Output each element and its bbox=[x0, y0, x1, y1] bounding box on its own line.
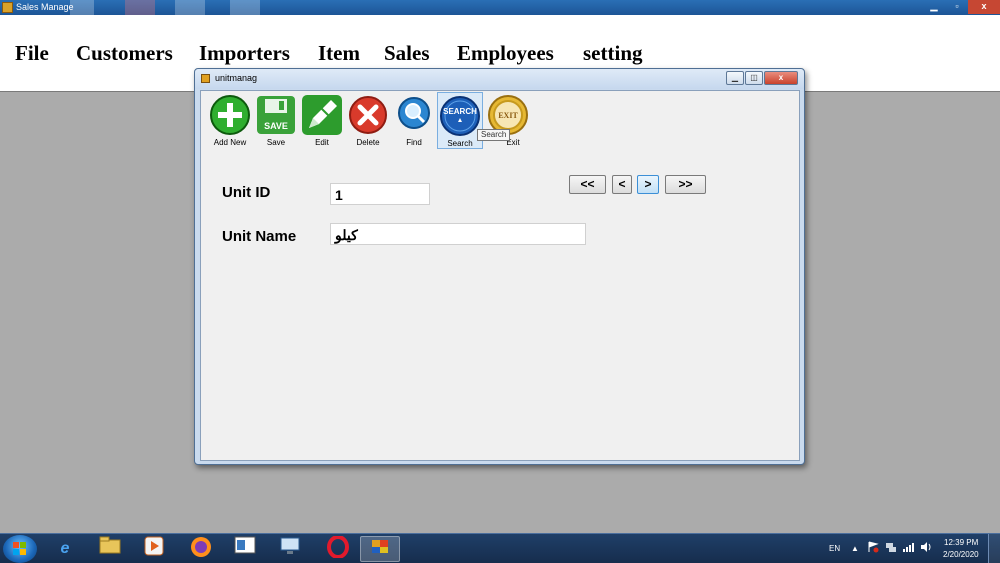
child-client-area: Add New SAVE Save Edit Delete Find SEARC… bbox=[200, 90, 800, 461]
close-button[interactable]: x bbox=[968, 0, 1000, 14]
background-blur bbox=[70, 0, 94, 15]
menu-employees[interactable]: Employees bbox=[457, 40, 554, 66]
menu-item[interactable]: Item bbox=[318, 40, 360, 66]
find-label: Find bbox=[406, 138, 422, 147]
search-tooltip: Search bbox=[477, 129, 511, 141]
search-icon-text: SEARCH bbox=[443, 107, 477, 116]
file-explorer-icon[interactable] bbox=[90, 536, 130, 562]
toolbar: Add New SAVE Save Edit Delete Find SEARC… bbox=[201, 91, 799, 150]
background-blur bbox=[230, 0, 260, 15]
desktop: Sales Manage ▁ ▫ x File Customers Import… bbox=[0, 0, 1000, 563]
firefox-icon[interactable] bbox=[181, 536, 221, 562]
app-icon bbox=[2, 2, 13, 13]
delete-button[interactable]: Delete bbox=[345, 92, 391, 149]
add-icon bbox=[209, 94, 251, 136]
previous-record-button[interactable]: < bbox=[612, 175, 632, 194]
volume-icon[interactable] bbox=[920, 541, 932, 563]
first-record-button[interactable]: << bbox=[569, 175, 606, 194]
edit-button[interactable]: Edit bbox=[299, 92, 345, 149]
menu-importers[interactable]: Importers bbox=[199, 40, 290, 66]
clock-date[interactable]: 2/20/2020 bbox=[943, 550, 979, 563]
child-app-icon bbox=[201, 74, 210, 83]
last-record-button[interactable]: >> bbox=[665, 175, 706, 194]
save-label: Save bbox=[266, 138, 286, 147]
child-titlebar[interactable]: unitmanag ▁ ◫ x bbox=[195, 69, 804, 89]
next-record-button[interactable]: > bbox=[637, 175, 659, 194]
background-blur bbox=[175, 0, 205, 15]
maximize-button[interactable]: ▫ bbox=[946, 0, 968, 14]
child-minimize-button[interactable]: ▁ bbox=[726, 71, 744, 85]
start-button[interactable] bbox=[3, 535, 37, 563]
app-window-icon[interactable] bbox=[225, 536, 265, 562]
add-new-label: Add New bbox=[213, 138, 247, 147]
delete-icon bbox=[347, 94, 389, 136]
edit-icon bbox=[301, 94, 343, 136]
child-close-button[interactable]: x bbox=[764, 71, 798, 85]
delete-label: Delete bbox=[356, 138, 380, 147]
show-hidden-icons-chevron-icon[interactable]: ▲ bbox=[851, 544, 859, 563]
child-restore-button[interactable]: ◫ bbox=[745, 71, 763, 85]
sales-manage-taskbar-item[interactable] bbox=[360, 536, 400, 562]
windows-logo-icon bbox=[13, 542, 26, 555]
find-button[interactable]: Find bbox=[391, 92, 437, 149]
action-center-flag-icon[interactable] bbox=[867, 541, 879, 563]
language-indicator[interactable]: EN bbox=[829, 544, 840, 563]
main-titlebar: Sales Manage ▁ ▫ x bbox=[0, 0, 1000, 15]
opera-icon[interactable] bbox=[318, 535, 358, 562]
save-icon-text: SAVE bbox=[264, 121, 288, 131]
network-computer-icon[interactable] bbox=[270, 536, 310, 562]
exit-icon-text: EXIT bbox=[498, 111, 518, 120]
menu-customers[interactable]: Customers bbox=[76, 40, 173, 66]
menu-sales[interactable]: Sales bbox=[384, 40, 430, 66]
show-desktop-button[interactable] bbox=[988, 534, 1000, 563]
minimize-button[interactable]: ▁ bbox=[922, 0, 946, 14]
menu-file[interactable]: File bbox=[15, 40, 49, 66]
background-blur bbox=[125, 0, 155, 15]
save-button[interactable]: SAVE Save bbox=[253, 92, 299, 149]
edit-label: Edit bbox=[315, 138, 329, 147]
network-icon[interactable] bbox=[885, 541, 897, 563]
add-new-button[interactable]: Add New bbox=[207, 92, 253, 149]
internet-explorer-icon[interactable]: e bbox=[45, 536, 85, 562]
main-window-title: Sales Manage bbox=[16, 2, 74, 12]
unit-name-field[interactable]: كيلو bbox=[330, 223, 586, 245]
search-label: Search bbox=[447, 139, 473, 148]
taskbar: e EN ▲ 12:39 PM 2/20/2020 bbox=[0, 533, 1000, 563]
search-icon: SEARCH bbox=[439, 95, 481, 137]
media-player-icon[interactable] bbox=[134, 536, 174, 562]
unit-name-label: Unit Name bbox=[222, 228, 297, 245]
menu-setting[interactable]: setting bbox=[583, 40, 643, 66]
save-icon: SAVE bbox=[255, 94, 297, 136]
unit-id-label: Unit ID bbox=[222, 184, 271, 201]
unit-manage-window: unitmanag ▁ ◫ x Add New SAVE Save Edit D… bbox=[194, 68, 805, 465]
unit-id-field[interactable]: 1 bbox=[330, 183, 430, 205]
signal-strength-icon[interactable] bbox=[902, 542, 914, 563]
find-icon bbox=[393, 94, 435, 136]
child-window-title: unitmanag bbox=[215, 73, 258, 83]
